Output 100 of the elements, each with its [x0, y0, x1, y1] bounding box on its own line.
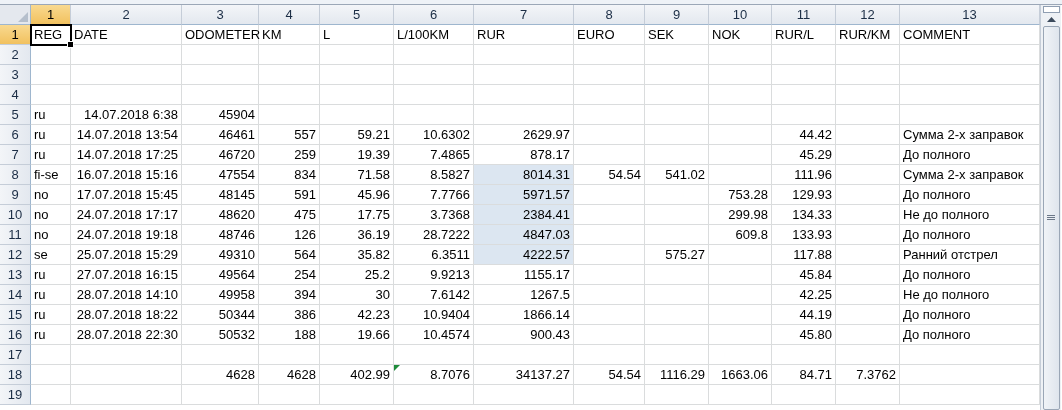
- table-cell: DATE: [71, 25, 182, 45]
- table-cell: 17.75: [320, 205, 394, 225]
- column-header[interactable]: 13: [900, 5, 1040, 25]
- column-header[interactable]: 2: [71, 5, 182, 25]
- row-header[interactable]: 10: [0, 205, 31, 225]
- table-cell: 24.07.2018 19:18: [71, 225, 182, 245]
- table-cell: 48620: [182, 205, 259, 225]
- table-cell: 54.54: [574, 365, 645, 385]
- table-cell: 50344: [182, 305, 259, 325]
- table-cell: 4222.57: [474, 245, 574, 265]
- row-header[interactable]: 5: [0, 105, 31, 125]
- table-cell: 24.07.2018 17:17: [71, 205, 182, 225]
- column-header[interactable]: 3: [182, 5, 259, 25]
- table-cell: 35.82: [320, 245, 394, 265]
- row-header[interactable]: 7: [0, 145, 31, 165]
- row-header[interactable]: 2: [0, 45, 31, 65]
- column-header[interactable]: 10: [709, 5, 772, 25]
- table-cell: ru: [31, 305, 71, 325]
- row-header[interactable]: 13: [0, 265, 31, 285]
- table-cell: 7.4865: [394, 145, 474, 165]
- table-cell: 36.19: [320, 225, 394, 245]
- empty-cell: [836, 185, 900, 205]
- empty-cell: [836, 225, 900, 245]
- vertical-scrollbar[interactable]: [1040, 5, 1061, 410]
- row-header[interactable]: 16: [0, 325, 31, 345]
- table-cell: ru: [31, 145, 71, 165]
- table-cell: ru: [31, 265, 71, 285]
- row-header[interactable]: 19: [0, 385, 31, 405]
- row-header[interactable]: 9: [0, 185, 31, 205]
- column-header[interactable]: 6: [394, 5, 474, 25]
- table-cell: 84.71: [772, 365, 836, 385]
- table-cell: 394: [259, 285, 320, 305]
- empty-cell: [645, 85, 709, 105]
- table-cell: SEK: [645, 25, 709, 45]
- empty-cell: [709, 325, 772, 345]
- table-cell: 564: [259, 245, 320, 265]
- table-cell: 71.58: [320, 165, 394, 185]
- empty-cell: [836, 345, 900, 365]
- column-header[interactable]: 12: [836, 5, 900, 25]
- empty-cell: [645, 325, 709, 345]
- table-cell: no: [31, 185, 71, 205]
- row-header[interactable]: 6: [0, 125, 31, 145]
- table-cell: 8.7076: [394, 365, 474, 385]
- empty-cell: [836, 105, 900, 125]
- table-cell: 129.93: [772, 185, 836, 205]
- row-header[interactable]: 18: [0, 365, 31, 385]
- table-cell: 28.07.2018 18:22: [71, 305, 182, 325]
- row-header[interactable]: 1: [0, 25, 31, 45]
- table-cell: 28.07.2018 22:30: [71, 325, 182, 345]
- table-cell: 5971.57: [474, 185, 574, 205]
- table-cell: 4628: [259, 365, 320, 385]
- table-cell: 7.6142: [394, 285, 474, 305]
- row-header[interactable]: 14: [0, 285, 31, 305]
- empty-cell: [259, 345, 320, 365]
- column-header[interactable]: 1: [31, 5, 71, 25]
- empty-cell: [645, 285, 709, 305]
- empty-cell: [574, 145, 645, 165]
- row-header[interactable]: 15: [0, 305, 31, 325]
- select-all-icon[interactable]: [18, 12, 28, 22]
- empty-cell: [709, 145, 772, 165]
- table-cell: 188: [259, 325, 320, 345]
- table-cell: 609.8: [709, 225, 772, 245]
- table-cell: 47554: [182, 165, 259, 185]
- table-cell: 14.07.2018 6:38: [71, 105, 182, 125]
- row-header[interactable]: 17: [0, 345, 31, 365]
- table-cell: RUR/KM: [836, 25, 900, 45]
- table-cell: 46461: [182, 125, 259, 145]
- table-cell: fi-se: [31, 165, 71, 185]
- empty-cell: [709, 305, 772, 325]
- table-cell: 34137.27: [474, 365, 574, 385]
- empty-cell: [772, 345, 836, 365]
- table-cell: 45.96: [320, 185, 394, 205]
- fill-handle[interactable]: [67, 41, 74, 48]
- empty-cell: [645, 145, 709, 165]
- empty-cell: [709, 165, 772, 185]
- row-header[interactable]: 11: [0, 225, 31, 245]
- table-cell: 25.2: [320, 265, 394, 285]
- table-cell: no: [31, 205, 71, 225]
- table-cell: 45904: [182, 105, 259, 125]
- column-header[interactable]: 9: [645, 5, 709, 25]
- column-header[interactable]: 11: [772, 5, 836, 25]
- row-header[interactable]: 4: [0, 85, 31, 105]
- table-cell: 1866.14: [474, 305, 574, 325]
- column-header[interactable]: 5: [320, 5, 394, 25]
- scroll-up-icon[interactable]: [1046, 17, 1056, 22]
- table-cell: 575.27: [645, 245, 709, 265]
- empty-cell: [574, 65, 645, 85]
- table-cell: 59.21: [320, 125, 394, 145]
- column-header[interactable]: 8: [574, 5, 645, 25]
- table-cell: 753.28: [709, 185, 772, 205]
- row-header[interactable]: 3: [0, 65, 31, 85]
- table-cell: L: [320, 25, 394, 45]
- table-cell: 1155.17: [474, 265, 574, 285]
- column-header[interactable]: 7: [474, 5, 574, 25]
- table-cell: 49310: [182, 245, 259, 265]
- table-cell: REG: [31, 25, 71, 45]
- row-header[interactable]: 8: [0, 165, 31, 185]
- row-header[interactable]: 12: [0, 245, 31, 265]
- empty-cell: [574, 325, 645, 345]
- column-header[interactable]: 4: [259, 5, 320, 25]
